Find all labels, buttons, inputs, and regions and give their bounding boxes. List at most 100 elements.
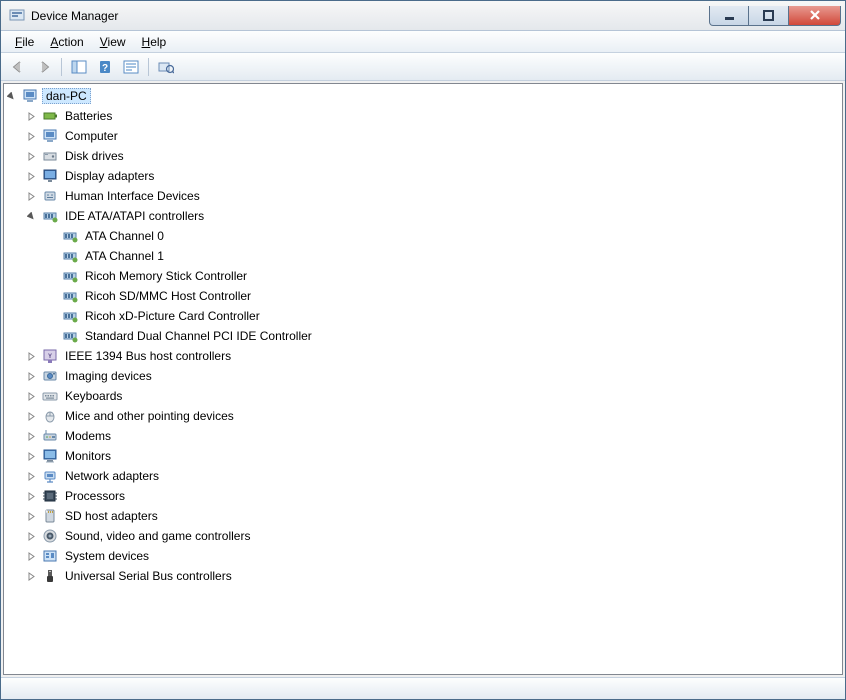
tree-node-label: Batteries [62,109,115,123]
tree-node-label: System devices [62,549,152,563]
menubar: File Action View Help [1,31,845,53]
tree-node-label: Imaging devices [62,369,155,383]
expander-icon[interactable] [24,349,38,363]
tree-node-label: ATA Channel 0 [82,229,167,243]
imaging-icon [42,368,58,384]
tree-node[interactable]: IEEE 1394 Bus host controllers [4,346,842,366]
expander-icon[interactable] [24,189,38,203]
tree-node-label: Standard Dual Channel PCI IDE Controller [82,329,315,343]
tree-node[interactable]: Network adapters [4,466,842,486]
tree-node[interactable]: IDE ATA/ATAPI controllers [4,206,842,226]
tree-node-label: Ricoh Memory Stick Controller [82,269,250,283]
tree-node[interactable]: System devices [4,546,842,566]
toolbar-separator [61,58,62,76]
properties-button[interactable] [120,56,142,78]
tree-node[interactable]: Batteries [4,106,842,126]
expander-icon[interactable] [24,389,38,403]
tree-node[interactable]: Display adapters [4,166,842,186]
tree-node-label: IDE ATA/ATAPI controllers [62,209,207,223]
tree-node[interactable]: Mice and other pointing devices [4,406,842,426]
minimize-button[interactable] [709,6,749,26]
tree-node-label: Sound, video and game controllers [62,529,253,543]
tree-node-label: Modems [62,429,114,443]
system-icon [42,548,58,564]
expander-icon[interactable] [24,509,38,523]
tree-node-label: ATA Channel 1 [82,249,167,263]
tree-node[interactable]: Human Interface Devices [4,186,842,206]
expander-icon[interactable] [24,409,38,423]
tree-node[interactable]: Ricoh xD-Picture Card Controller [4,306,842,326]
usb-icon [42,568,58,584]
tree-node[interactable]: Computer [4,126,842,146]
tree-node-label: dan-PC [42,88,91,104]
tree-node[interactable]: Modems [4,426,842,446]
tree-node[interactable]: Imaging devices [4,366,842,386]
expander-icon[interactable] [24,489,38,503]
ide-icon [62,248,78,264]
network-icon [42,468,58,484]
menu-action[interactable]: Action [42,33,91,51]
tree-node[interactable]: SD host adapters [4,506,842,526]
monitor2-icon [42,448,58,464]
menu-help[interactable]: Help [134,33,175,51]
forward-button[interactable] [33,56,55,78]
window-title: Device Manager [31,9,709,23]
maximize-button[interactable] [749,6,789,26]
tree-node[interactable]: Monitors [4,446,842,466]
titlebar[interactable]: Device Manager [1,1,845,31]
expander-icon[interactable] [24,209,38,223]
tree-node[interactable]: Ricoh SD/MMC Host Controller [4,286,842,306]
tree-node[interactable]: Processors [4,486,842,506]
tree-node-label: Human Interface Devices [62,189,203,203]
back-button[interactable] [7,56,29,78]
tree-node-label: Computer [62,129,121,143]
firewire-icon [42,348,58,364]
expander-icon[interactable] [24,149,38,163]
tree-node-label: Disk drives [62,149,127,163]
tree-node[interactable]: Standard Dual Channel PCI IDE Controller [4,326,842,346]
tree-node[interactable]: ATA Channel 1 [4,246,842,266]
scan-hardware-button[interactable] [155,56,177,78]
tree-node[interactable]: Ricoh Memory Stick Controller [4,266,842,286]
show-hide-tree-button[interactable] [68,56,90,78]
toolbar-separator [148,58,149,76]
tree-node[interactable]: dan-PC [4,86,842,106]
menu-view[interactable]: View [92,33,134,51]
expander-icon[interactable] [24,529,38,543]
tree-node[interactable]: Universal Serial Bus controllers [4,566,842,586]
expander-icon[interactable] [24,429,38,443]
disk-icon [42,148,58,164]
help-button[interactable]: ? [94,56,116,78]
expander-icon[interactable] [24,109,38,123]
ide-icon [62,228,78,244]
device-tree-pane[interactable]: dan-PC Batteries Computer Disk drives Displa… [3,83,843,675]
expander-icon[interactable] [24,129,38,143]
hid-icon [42,188,58,204]
expander-icon[interactable] [24,469,38,483]
menu-file[interactable]: File [7,33,42,51]
tree-node[interactable]: Disk drives [4,146,842,166]
ide-icon [62,308,78,324]
tree-node[interactable]: ATA Channel 0 [4,226,842,246]
tree-node-label: IEEE 1394 Bus host controllers [62,349,234,363]
window-controls [709,6,841,26]
expander-icon[interactable] [24,549,38,563]
expander-icon[interactable] [24,369,38,383]
device-manager-window: Device Manager File Action View Help ? d… [0,0,846,700]
keyboard-icon [42,388,58,404]
close-button[interactable] [789,6,841,26]
tree-node-label: Network adapters [62,469,162,483]
tree-node-label: Processors [62,489,128,503]
ide-icon [62,288,78,304]
tree-node[interactable]: Keyboards [4,386,842,406]
expander-icon[interactable] [24,569,38,583]
app-icon [9,8,25,24]
tree-node-label: Monitors [62,449,114,463]
expander-icon[interactable] [24,449,38,463]
expander-icon[interactable] [24,169,38,183]
sd-icon [42,508,58,524]
tree-node-label: Mice and other pointing devices [62,409,237,423]
tree-node[interactable]: Sound, video and game controllers [4,526,842,546]
svg-text:?: ? [102,63,108,74]
expander-icon[interactable] [4,89,18,103]
